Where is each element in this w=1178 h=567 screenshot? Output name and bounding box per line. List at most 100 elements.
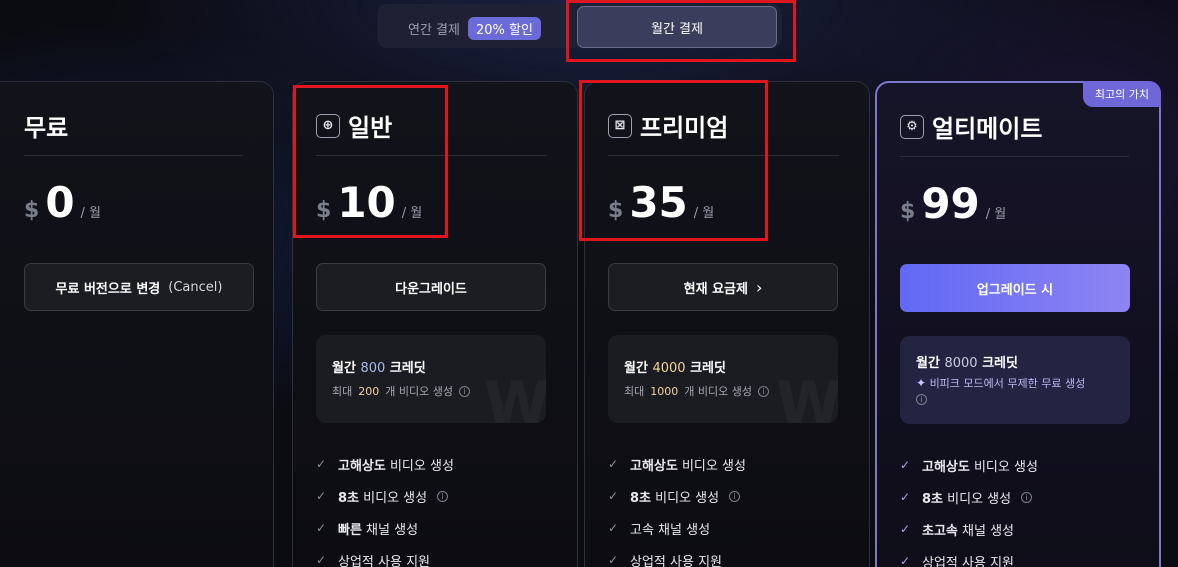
video-limit-suffix: 개 비디오 생성 [684,385,752,398]
billing-toggle: 연간 결제 20% 할인 월간 결제 [377,4,782,48]
info-icon[interactable]: i [458,385,470,397]
divider [608,155,839,156]
info-icon[interactable]: i [757,385,769,397]
plan-price: $ 35 / 월 [608,178,714,227]
feature-item: ✓ 8초 비디오 생성 i [316,480,454,512]
video-limit-amount: 1000 [650,384,679,398]
credits-suffix: 크레딧 [389,361,426,376]
check-icon: ✓ [316,489,327,503]
feature-text: 비디오 생성 [651,490,720,506]
price-period: / 월 [693,206,715,221]
feature-text: 고속 채널 생성 [630,522,711,538]
feature-emphasis: 8초 [338,490,360,506]
discount-badge: 20% 할인 [467,17,541,40]
off-peak-text: 비피크 모드에서 무제한 무료 생성 [929,377,1086,390]
cross-box-icon: ⊠ [608,113,632,138]
credits-amount: 4000 [652,361,686,376]
currency-symbol: $ [316,198,332,223]
check-icon: ✓ [900,522,911,536]
logo-watermark-icon: W [484,369,546,423]
video-limit-prefix: 최대 [332,385,353,398]
info-icon[interactable]: i [916,394,927,405]
price-period: / 월 [401,206,423,221]
price-period: / 월 [985,207,1007,222]
check-icon: ✓ [900,554,911,567]
credit-box: 월간 8000 크레딧 ✦ 비피크 모드에서 무제한 무료 생성 i [900,336,1130,424]
button-sublabel: (Cancel) [168,279,223,295]
best-value-badge: 최고의 가치 [1082,81,1161,107]
check-icon: ✓ [608,553,619,567]
check-icon: ✓ [316,457,327,471]
feature-item: ✓ 상업적 사용 지원 [608,544,746,567]
currency-symbol: $ [608,198,624,223]
price-amount: 99 [921,179,980,228]
feature-item: ✓ 고속 채널 생성 [608,512,746,544]
feature-text: 상업적 사용 지원 [922,555,1014,567]
feature-text: 비디오 생성 [359,490,428,506]
plan-title: ⊠ 프리미엄 [608,108,728,143]
feature-text: 상업적 사용 지원 [630,554,722,567]
plan-card-free: 무료 $ 0 / 월 무료 버전으로 변경 (Cancel) [0,81,274,567]
current-plan-button[interactable]: 현재 요금제 › [608,263,838,311]
info-icon[interactable]: i [1021,491,1033,503]
annual-billing-option[interactable]: 연간 결제 20% 할인 [408,17,541,40]
crosshair-icon: ⊕ [316,113,340,138]
feature-item: ✓ 고해상도 비디오 생성 [900,449,1038,481]
plan-card-basic: ⊕ 일반 $ 10 / 월 다운그레이드 월간 800 크레딧 최대 200 개… [292,81,578,567]
plan-name: 일반 [348,114,393,142]
monthly-billing-option[interactable]: 월간 결제 [577,6,777,48]
feature-text: 상업적 사용 지원 [338,554,430,567]
feature-item: ✓ 상업적 사용 지원 [900,545,1038,567]
credits-prefix: 월간 [916,356,940,371]
credits-suffix: 크레딧 [690,361,726,376]
annual-billing-label: 연간 결제 [408,23,460,38]
info-icon[interactable]: i [437,490,449,502]
feature-emphasis: 고해상도 [922,459,970,475]
monthly-credits: 월간 8000 크레딧 [916,352,1114,371]
feature-item: ✓ 8초 비디오 생성 i [608,480,746,512]
video-limit-prefix: 최대 [624,385,645,398]
plan-title: ⚙ 얼티메이트 [900,109,1042,144]
price-amount: 10 [337,178,396,227]
feature-text: 비디오 생성 [677,458,746,474]
currency-symbol: $ [900,199,916,224]
switch-to-free-button[interactable]: 무료 버전으로 변경 (Cancel) [24,263,254,311]
feature-text: 채널 생성 [957,523,1014,539]
check-icon: ✓ [900,490,911,504]
divider [900,156,1129,157]
button-label: 현재 요금제 [683,281,748,297]
feature-emphasis: 8초 [922,491,944,507]
feature-emphasis: 고해상도 [338,458,386,474]
chevron-right-icon: › [755,277,763,297]
logo-watermark-icon: W [776,369,838,423]
plan-name: 얼티메이트 [932,115,1043,143]
plan-title: ⊕ 일반 [316,108,392,143]
feature-emphasis: 초고속 [922,523,958,539]
downgrade-button[interactable]: 다운그레이드 [316,263,546,311]
video-limit-suffix: 개 비디오 생성 [385,385,453,398]
feature-list: ✓ 고해상도 비디오 생성 ✓ 8초 비디오 생성 i ✓ 초고속 채널 생성 ✓ 상업적… [900,449,1038,567]
info-icon[interactable]: i [729,490,741,502]
currency-symbol: $ [24,198,40,223]
feature-item: ✓ 상업적 사용 지원 [316,544,454,567]
feature-emphasis: 8초 [630,490,652,506]
feature-item: ✓ 초고속 채널 생성 [900,513,1038,545]
feature-text: 채널 생성 [361,522,419,538]
plan-price: $ 99 / 월 [900,179,1006,228]
credit-box: 월간 800 크레딧 최대 200 개 비디오 생성 i W [316,335,546,423]
price-period: / 월 [80,206,102,221]
plan-name: 프리미엄 [640,114,729,142]
check-icon: ✓ [608,521,619,535]
feature-item: ✓ 빠른 채널 생성 [316,512,454,544]
feature-list: ✓ 고해상도 비디오 생성 ✓ 8초 비디오 생성 i ✓ 고속 채널 생성 ✓ 상업적 … [608,448,746,567]
check-icon: ✓ [316,553,327,567]
credits-amount: 800 [360,361,386,376]
upgrade-button[interactable]: 업그레이드 시 [900,264,1130,312]
sparkle-icon: ✦ [916,376,927,390]
price-amount: 0 [45,178,75,227]
plan-card-ultimate: 최고의 가치 ⚙ 얼티메이트 $ 99 / 월 업그레이드 시 월간 8000 … [875,81,1161,567]
credits-prefix: 월간 [332,361,356,376]
credits-suffix: 크레딧 [982,356,1018,371]
plan-name: 무료 [24,114,69,142]
check-icon: ✓ [900,458,911,472]
